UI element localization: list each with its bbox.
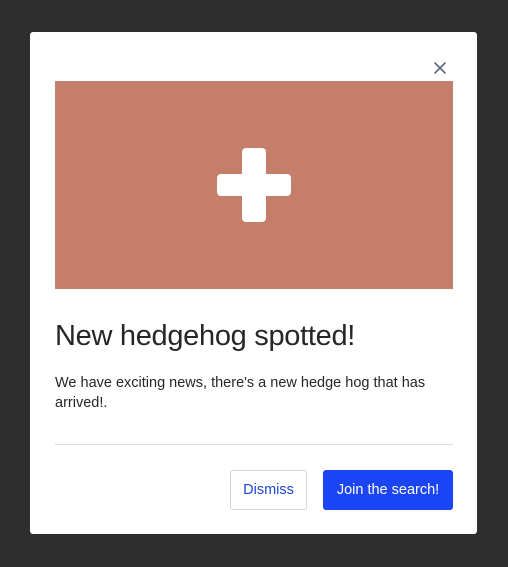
- close-button[interactable]: [432, 60, 448, 76]
- close-icon: [434, 62, 446, 74]
- footer-divider: [55, 444, 453, 445]
- modal-title: New hedgehog spotted!: [55, 320, 356, 352]
- dismiss-button[interactable]: Dismiss: [230, 470, 307, 510]
- modal-body-text: We have exciting news, there's a new hed…: [55, 375, 426, 411]
- join-search-button[interactable]: Join the search!: [323, 470, 453, 510]
- hero-image-placeholder: [55, 81, 453, 289]
- plus-icon: [217, 148, 291, 222]
- modal-dialog: New hedgehog spotted! We have exciting n…: [30, 32, 477, 534]
